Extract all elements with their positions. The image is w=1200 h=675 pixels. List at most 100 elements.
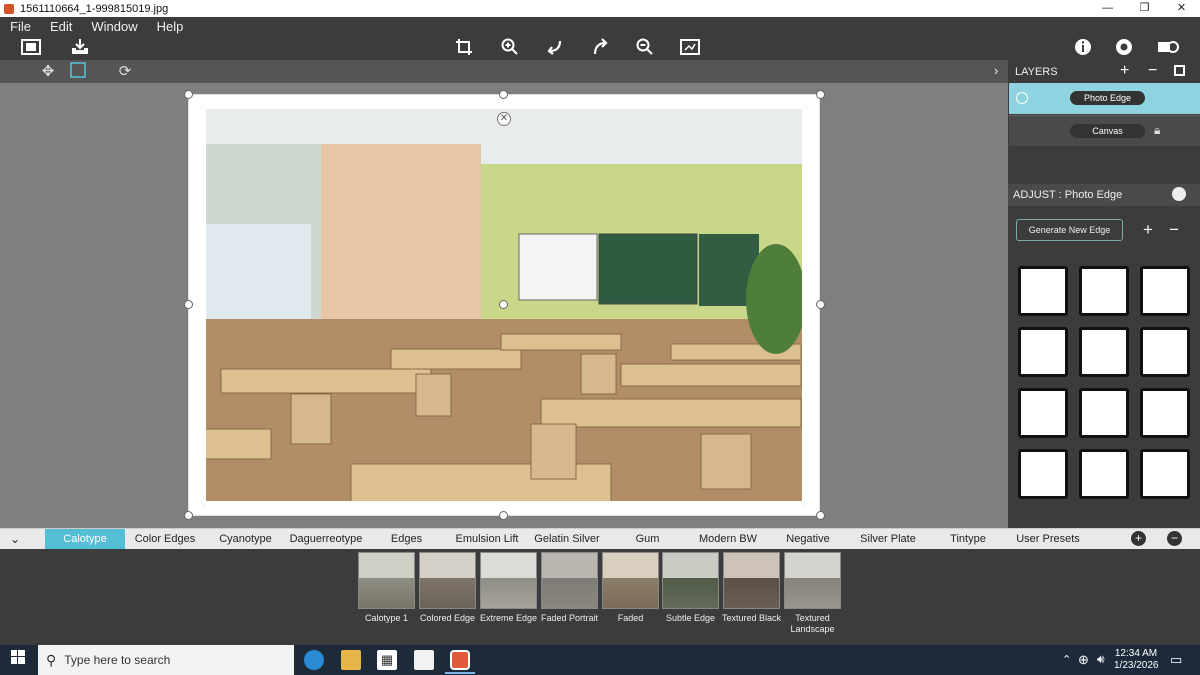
menu-file[interactable]: File xyxy=(10,19,31,34)
collapse-tabs-icon[interactable]: ⌄ xyxy=(0,529,30,549)
redo-icon[interactable] xyxy=(590,38,610,58)
collapse-panel-icon[interactable]: › xyxy=(994,63,998,78)
resize-handle-bottom-left[interactable] xyxy=(184,511,193,520)
clock-date: 1/23/2026 xyxy=(1114,660,1159,671)
store-icon[interactable]: ▦ xyxy=(377,650,397,670)
save-icon[interactable] xyxy=(70,38,90,58)
windows-start-icon[interactable] xyxy=(8,650,28,670)
preset-label: Faded xyxy=(617,613,644,623)
layer-label: Canvas xyxy=(1070,124,1145,138)
resize-handle-right[interactable] xyxy=(816,300,825,309)
edge-thumbnail[interactable] xyxy=(1079,327,1129,377)
add-preset-icon[interactable]: + xyxy=(1131,531,1146,546)
tab-calotype[interactable]: Calotype xyxy=(45,529,125,549)
rotate-icon[interactable]: ⟳ xyxy=(115,62,135,82)
generate-new-edge-button[interactable]: Generate New Edge xyxy=(1016,219,1123,241)
edge-thumbnail[interactable] xyxy=(1140,266,1190,316)
add-edge-button[interactable]: + xyxy=(1143,220,1153,240)
file-explorer-icon[interactable] xyxy=(341,650,361,670)
preset-thumbnail-textured-landscape[interactable] xyxy=(784,552,841,609)
preset-label: Colored Edge xyxy=(419,613,476,623)
info-icon[interactable] xyxy=(1073,38,1093,58)
layer-row-canvas[interactable]: Canvas 🔒︎ xyxy=(1009,115,1200,146)
tab-user-presets[interactable]: User Presets xyxy=(1008,529,1088,549)
preset-label: Textured Landscape xyxy=(790,613,835,634)
tab-daguerreotype[interactable]: Daguerreotype xyxy=(286,529,366,549)
add-layer-button[interactable]: + xyxy=(1120,62,1129,80)
zoom-out-icon[interactable] xyxy=(635,38,655,58)
duplicate-layer-icon[interactable] xyxy=(1174,65,1185,76)
preset-thumbnail-extreme-edge[interactable] xyxy=(480,552,537,609)
close-button[interactable]: ✕ xyxy=(1163,0,1200,17)
resize-handle-bottom[interactable] xyxy=(499,511,508,520)
tab-silver-plate[interactable]: Silver Plate xyxy=(848,529,928,549)
edge-thumbnail[interactable] xyxy=(1140,388,1190,438)
preset-thumbnail-textured-black[interactable] xyxy=(723,552,780,609)
notifications-icon[interactable]: ▭ xyxy=(1170,652,1182,668)
menu-help[interactable]: Help xyxy=(157,19,184,34)
layers-header: › LAYERS + − xyxy=(994,60,1200,83)
resize-handle-top[interactable] xyxy=(499,90,508,99)
resize-handle-top-left[interactable] xyxy=(184,90,193,99)
resize-handle-top-right[interactable] xyxy=(816,90,825,99)
mail-icon[interactable] xyxy=(414,650,434,670)
tab-color-edges[interactable]: Color Edges xyxy=(125,529,205,549)
remove-edge-button[interactable]: − xyxy=(1169,220,1179,240)
tab-tintype[interactable]: Tintype xyxy=(928,529,1008,549)
menu-window[interactable]: Window xyxy=(91,19,137,34)
resize-handle-bottom-right[interactable] xyxy=(816,511,825,520)
settings-icon[interactable] xyxy=(1114,38,1134,58)
edge-thumbnail[interactable] xyxy=(1018,327,1068,377)
minimize-button[interactable]: — xyxy=(1089,0,1126,17)
photo-app-icon[interactable] xyxy=(450,650,470,670)
menu-bar: File Edit Window Help xyxy=(0,17,1200,36)
center-handle[interactable] xyxy=(499,300,508,309)
edge-browser-icon[interactable] xyxy=(304,650,324,670)
move-tool-icon[interactable]: ✥ xyxy=(38,62,58,82)
edge-thumbnail[interactable] xyxy=(1079,266,1129,316)
maximize-button[interactable]: ❐ xyxy=(1126,0,1163,17)
tray-chevron-icon[interactable]: ⌃ xyxy=(1062,653,1071,666)
tab-gelatin-silver[interactable]: Gelatin Silver xyxy=(527,529,607,549)
rotate-close-handle-icon[interactable]: ✕ xyxy=(497,112,511,126)
remove-preset-icon[interactable]: − xyxy=(1167,531,1182,546)
zoom-in-icon[interactable] xyxy=(500,38,520,58)
tab-negative[interactable]: Negative xyxy=(768,529,848,549)
preset-thumbnail-subtle-edge[interactable] xyxy=(662,552,719,609)
preset-thumbnail-faded-portrait[interactable] xyxy=(541,552,598,609)
edge-thumbnail[interactable] xyxy=(1018,388,1068,438)
preset-thumbnail-calotype-1[interactable] xyxy=(358,552,415,609)
tab-edges[interactable]: Edges xyxy=(366,529,447,549)
undo-icon[interactable] xyxy=(545,38,565,58)
layer-visibility-icon[interactable] xyxy=(1016,92,1028,104)
open-image-icon[interactable] xyxy=(21,38,41,58)
select-tool-icon[interactable] xyxy=(68,62,88,82)
fit-screen-icon[interactable] xyxy=(680,38,700,58)
network-icon[interactable]: ⊕ xyxy=(1078,652,1089,668)
edge-thumbnail[interactable] xyxy=(1018,266,1068,316)
menu-edit[interactable]: Edit xyxy=(50,19,72,34)
adjust-header: ADJUST : Photo Edge xyxy=(1008,184,1200,206)
volume-icon[interactable]: 🔊︎ xyxy=(1097,652,1105,667)
crop-icon[interactable] xyxy=(454,38,474,58)
tab-modern-bw[interactable]: Modern BW xyxy=(688,529,768,549)
tab-cyanotype[interactable]: Cyanotype xyxy=(205,529,286,549)
edge-thumbnail[interactable] xyxy=(1079,449,1129,499)
preset-thumbnail-colored-edge[interactable] xyxy=(419,552,476,609)
preset-label: Textured Black xyxy=(721,613,782,623)
effects-icon[interactable] xyxy=(1157,38,1179,58)
clock[interactable]: 12:34 AM 1/23/2026 xyxy=(1114,648,1159,672)
adjust-options-icon[interactable] xyxy=(1172,187,1186,201)
resize-handle-left[interactable] xyxy=(184,300,193,309)
edge-thumbnail[interactable] xyxy=(1079,388,1129,438)
taskbar-search[interactable]: ⚲ Type here to search xyxy=(38,645,294,675)
tab-emulsion-lift[interactable]: Emulsion Lift xyxy=(447,529,527,549)
preset-thumbnail-faded[interactable] xyxy=(602,552,659,609)
edge-thumbnail[interactable] xyxy=(1018,449,1068,499)
remove-layer-button[interactable]: − xyxy=(1148,62,1157,80)
edge-thumbnail[interactable] xyxy=(1140,449,1190,499)
layer-row-photo-edge[interactable]: Photo Edge xyxy=(1009,83,1200,114)
tool-options-bar: ✥ ⟳ xyxy=(0,60,1008,83)
tab-gum-bichromate[interactable]: Gum Bichromate xyxy=(607,529,688,565)
edge-thumbnail[interactable] xyxy=(1140,327,1190,377)
